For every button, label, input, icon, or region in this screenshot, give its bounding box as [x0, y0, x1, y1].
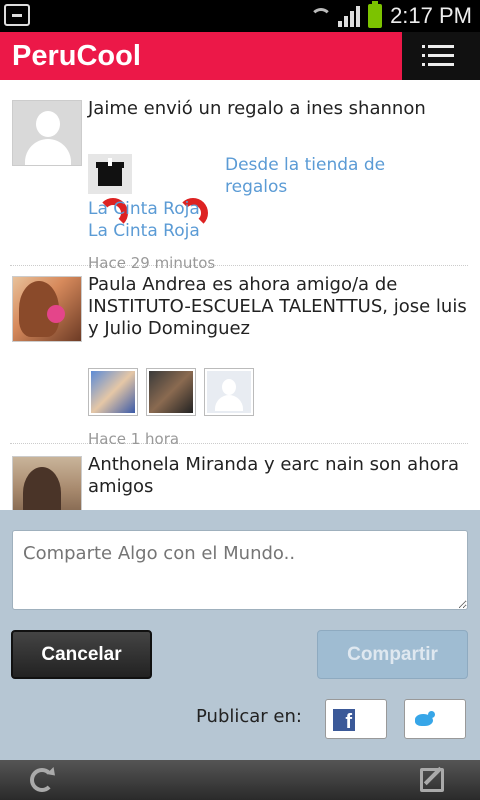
activity-feed[interactable]: Jaime envió un regalo a ines shannon Des… — [0, 80, 480, 510]
twitter-toggle[interactable] — [404, 699, 466, 739]
facebook-toggle[interactable]: f — [325, 699, 387, 739]
clock: 2:17 PM — [390, 3, 472, 28]
feed-item[interactable]: Jaime envió un regalo a ines shannon Des… — [10, 98, 468, 272]
gift-store-link[interactable]: Desde la tienda de regalos — [225, 154, 425, 198]
feed-item-text: Jaime envió un regalo a ines shannon — [88, 98, 426, 119]
avatar[interactable] — [12, 100, 82, 166]
feed-item[interactable]: Paula Andrea es ahora amigo/a de INSTITU… — [10, 274, 468, 448]
friend-thumbnails — [88, 368, 254, 416]
twitter-icon — [413, 710, 435, 728]
cancel-button[interactable]: Cancelar — [11, 630, 152, 679]
share-input[interactable] — [12, 530, 468, 610]
wifi-icon — [308, 6, 333, 26]
facebook-icon: f — [333, 709, 355, 733]
compose-panel: Cancelar Compartir Publicar en: f — [0, 510, 480, 760]
avatar[interactable] — [12, 456, 82, 510]
avatar[interactable] — [12, 276, 82, 342]
feed-item[interactable]: Anthonela Miranda y earc nain son ahora … — [10, 454, 468, 510]
battery-icon — [368, 1, 383, 28]
gift-icon[interactable] — [88, 154, 132, 194]
timestamp: Hace 29 minutos — [88, 254, 216, 272]
app-header: PeruCool — [0, 32, 480, 80]
feed-item-text: Anthonela Miranda y earc nain son ahora … — [88, 454, 460, 497]
friend-thumbnail[interactable] — [146, 368, 196, 416]
signal-icon — [338, 5, 361, 27]
status-bar: 2:17 PM — [0, 0, 480, 32]
bottom-toolbar — [0, 760, 480, 800]
status-icons: 2:17 PM — [308, 0, 472, 32]
gift-name-link[interactable]: La Cinta Roja — [88, 198, 200, 220]
publish-label: Publicar en: — [196, 706, 302, 727]
friend-thumbnail[interactable] — [204, 368, 254, 416]
menu-list-icon — [422, 45, 454, 67]
friend-thumbnail[interactable] — [88, 368, 138, 416]
notification-icon — [4, 4, 30, 26]
compose-icon[interactable] — [420, 768, 444, 792]
timestamp: Hace 1 hora — [88, 430, 180, 448]
refresh-icon[interactable] — [30, 768, 54, 792]
gift-name-link[interactable]: La Cinta Roja — [88, 220, 200, 242]
app-title: PeruCool — [12, 40, 141, 72]
share-button[interactable]: Compartir — [317, 630, 468, 679]
feed-item-text: Paula Andrea es ahora amigo/a de INSTITU… — [88, 274, 467, 339]
menu-button[interactable] — [402, 32, 480, 80]
